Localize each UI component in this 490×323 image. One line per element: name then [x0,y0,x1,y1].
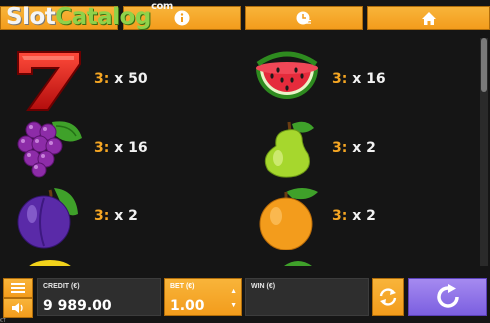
win-panel: WIN (€) [245,278,369,316]
pay-count: 3: [332,140,348,156]
paytable-row-grapes: 3: x 16 [94,140,148,156]
win-label: WIN (€) [251,283,276,290]
orange-symbol-icon [259,188,318,250]
bet-decrease-icon[interactable]: ▼ [230,299,237,313]
menu-button[interactable] [3,278,33,298]
pay-multiplier: x 2 [352,140,376,156]
pay-multiplier: x 50 [114,71,148,87]
paytable-row-orange: 3: x 2 [332,208,376,224]
pay-count: 3: [332,208,348,224]
pay-count: 3: [94,71,110,87]
seven-symbol-icon [17,51,81,111]
partial-fruit-symbol-icon [284,261,312,266]
menu-icon [11,283,25,293]
credit-label: CREDIT (€) [43,283,80,290]
watermelon-symbol-icon [256,51,318,99]
autoplay-icon [379,288,397,306]
bet-panel[interactable]: BET (€) 1.00 ▲ ▼ [164,278,242,316]
spin-button[interactable] [408,278,487,316]
bet-increase-icon[interactable]: ▲ [230,285,237,299]
lemon-symbol-icon [29,260,71,266]
bet-arrows: ▲ ▼ [230,285,237,313]
credit-panel: CREDIT (€) 9 989.00 [37,278,161,316]
home-icon [421,11,436,25]
pay-multiplier: x 2 [114,208,138,224]
pay-multiplier: x 2 [352,208,376,224]
corner-currency-label: €T [0,318,6,323]
grapes-symbol-icon [17,121,82,178]
scrollbar-thumb[interactable] [481,38,487,92]
paytable-row-watermelon: 3: x 16 [332,71,386,87]
watermark-part1: Slot [6,4,56,30]
paytable: 3: x 50 3: x 16 3: x 16 3: x 2 3: x 2 3:… [0,38,478,266]
bet-label: BET (€) [170,283,195,290]
pear-symbol-icon [264,121,314,178]
pay-count: 3: [94,140,110,156]
paytable-row-pear: 3: x 2 [332,140,376,156]
pay-multiplier: x 16 [114,140,148,156]
watermark-suffix: com [151,1,173,12]
bottom-bar: CREDIT (€) 9 989.00 BET (€) 1.00 ▲ ▼ WIN… [0,276,490,323]
watermark-logo: SlotCatalog com [6,1,173,30]
paytable-row-seven: 3: x 50 [94,71,148,87]
speaker-icon [12,303,23,313]
info-icon [174,10,190,26]
pay-multiplier: x 16 [352,71,386,87]
clock-list-icon [296,11,311,25]
autoplay-button[interactable] [372,278,404,316]
pay-count: 3: [332,71,348,87]
paytable-row-plum: 3: x 2 [94,208,138,224]
plum-symbol-icon [17,188,78,249]
sound-button[interactable] [3,298,33,318]
paytable-button[interactable] [245,6,363,30]
watermark-part2: Catalog [55,4,151,30]
spin-icon [436,284,459,308]
home-button[interactable] [367,6,490,30]
paytable-scrollbar[interactable] [480,38,488,266]
pay-count: 3: [94,208,110,224]
bet-value: 1.00 [170,298,205,314]
credit-value: 9 989.00 [43,298,112,314]
